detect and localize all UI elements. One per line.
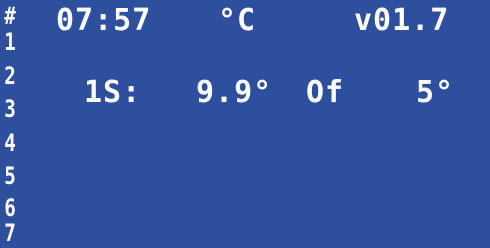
- firmware-version: v01.7: [354, 3, 450, 38]
- row-temperature: 9.9°: [196, 75, 273, 110]
- gutter-line-6: 6: [4, 194, 16, 222]
- row-state: Of: [306, 75, 345, 110]
- clock-time: 07:57: [56, 3, 152, 38]
- row-setpoint: 5°: [416, 75, 455, 110]
- gutter-line-5: 5: [4, 162, 16, 190]
- gutter-line-7: 7: [4, 219, 16, 247]
- gutter-line-1: 1: [4, 28, 16, 56]
- temperature-unit: °C: [218, 3, 257, 38]
- gutter-line-3: 3: [4, 95, 16, 123]
- row-sensor-id: 1S:: [84, 75, 142, 110]
- gutter-line-2: 2: [4, 62, 16, 90]
- gutter-hash: #: [4, 2, 16, 30]
- lcd-screen: # 1 2 3 4 5 6 7 07:57 °C v01.7 1S: 9.9° …: [0, 0, 490, 248]
- gutter-line-4: 4: [4, 129, 16, 157]
- line-number-gutter: # 1 2 3 4 5 6 7: [2, 0, 22, 248]
